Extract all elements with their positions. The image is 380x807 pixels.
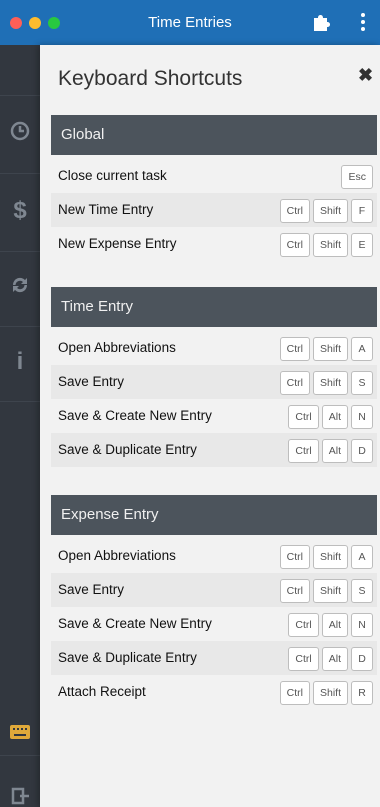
shortcut-row: Save Entry Ctrl Shift S xyxy=(51,365,377,399)
shortcut-label: Save Entry xyxy=(58,374,125,389)
shortcut-row: Save & Create New Entry Ctrl Alt N xyxy=(51,607,377,641)
sidebar-divider xyxy=(0,755,40,756)
close-icon[interactable]: ✖ xyxy=(358,65,373,86)
key-cap: Esc xyxy=(341,165,373,189)
key-cap: Ctrl xyxy=(288,439,319,463)
shortcut-label: Open Abbreviations xyxy=(58,548,176,563)
key-cap: Ctrl xyxy=(279,579,310,603)
key-cap: Ctrl xyxy=(279,681,310,705)
key-cap: N xyxy=(351,613,373,637)
key-cap: D xyxy=(351,439,373,463)
shortcut-row: Save & Duplicate Entry Ctrl Alt D xyxy=(51,641,377,675)
shortcut-label: Save Entry xyxy=(58,582,125,597)
key-cap: Ctrl xyxy=(279,199,310,223)
shortcut-label: Close current task xyxy=(58,168,167,183)
key-cap: N xyxy=(351,405,373,429)
shortcut-label: Attach Receipt xyxy=(58,684,146,699)
key-cap: Alt xyxy=(321,405,348,429)
key-cap: Ctrl xyxy=(279,337,310,361)
key-cap: R xyxy=(351,681,373,705)
shortcut-row: New Expense Entry Ctrl Shift E xyxy=(51,227,377,261)
more-options-icon[interactable] xyxy=(352,11,374,33)
dollar-icon[interactable]: $ xyxy=(0,197,40,225)
key-cap: Ctrl xyxy=(288,647,319,671)
section-header: Time Entry xyxy=(51,287,377,327)
keyboard-shortcuts-panel: Keyboard Shortcuts ✖ Global Close curren… xyxy=(40,45,380,807)
key-cap: A xyxy=(351,337,373,361)
key-cap: Alt xyxy=(321,647,348,671)
puzzle-icon[interactable] xyxy=(310,11,332,33)
section-global: Global Close current task Esc New Time E… xyxy=(51,115,377,261)
shortcut-label: Save & Create New Entry xyxy=(58,408,212,423)
key-cap: F xyxy=(351,199,373,223)
section-header: Global xyxy=(51,115,377,155)
shortcut-label: New Expense Entry xyxy=(58,236,177,251)
key-cap: Shift xyxy=(312,545,348,569)
key-cap: Shift xyxy=(312,199,348,223)
shortcut-row: Open Abbreviations Ctrl Shift A xyxy=(51,331,377,365)
key-cap: Alt xyxy=(321,439,348,463)
key-cap: Shift xyxy=(312,681,348,705)
key-cap: A xyxy=(351,545,373,569)
sync-icon[interactable] xyxy=(0,274,40,303)
key-cap: Shift xyxy=(312,371,348,395)
sidebar-divider xyxy=(0,326,40,327)
shortcut-row: New Time Entry Ctrl Shift F xyxy=(51,193,377,227)
shortcut-row: Save & Create New Entry Ctrl Alt N xyxy=(51,399,377,433)
section-expense-entry: Expense Entry Open Abbreviations Ctrl Sh… xyxy=(51,495,377,709)
shortcut-label: Save & Create New Entry xyxy=(58,616,212,631)
sidebar-divider xyxy=(0,251,40,252)
key-cap: E xyxy=(351,233,373,257)
key-cap: Shift xyxy=(312,337,348,361)
shortcut-label: Open Abbreviations xyxy=(58,340,176,355)
sidebar-divider xyxy=(0,401,40,402)
key-cap: Ctrl xyxy=(279,371,310,395)
keyboard-icon[interactable] xyxy=(0,720,40,748)
key-cap: Ctrl xyxy=(288,405,319,429)
key-cap: Shift xyxy=(312,579,348,603)
key-cap: D xyxy=(351,647,373,671)
section-time-entry: Time Entry Open Abbreviations Ctrl Shift… xyxy=(51,287,377,467)
key-cap: Alt xyxy=(321,613,348,637)
sidebar: $ i xyxy=(0,45,40,807)
key-cap: S xyxy=(351,579,373,603)
title-bar: Time Entries xyxy=(0,0,380,45)
shortcut-label: New Time Entry xyxy=(58,202,154,217)
sidebar-divider xyxy=(0,95,40,96)
shortcut-label: Save & Duplicate Entry xyxy=(58,442,197,457)
key-cap: S xyxy=(351,371,373,395)
key-cap: Shift xyxy=(312,233,348,257)
key-cap: Ctrl xyxy=(279,233,310,257)
shortcut-row: Close current task Esc xyxy=(51,159,377,193)
shortcut-row: Attach Receipt Ctrl Shift R xyxy=(51,675,377,709)
shortcut-row: Save Entry Ctrl Shift S xyxy=(51,573,377,607)
panel-title: Keyboard Shortcuts xyxy=(58,67,243,90)
info-icon[interactable]: i xyxy=(0,348,40,376)
sidebar-divider xyxy=(0,173,40,174)
key-cap: Ctrl xyxy=(288,613,319,637)
clock-icon[interactable] xyxy=(0,120,40,149)
shortcut-row: Save & Duplicate Entry Ctrl Alt D xyxy=(51,433,377,467)
section-header: Expense Entry xyxy=(51,495,377,535)
key-cap: Ctrl xyxy=(279,545,310,569)
shortcut-row: Open Abbreviations Ctrl Shift A xyxy=(51,539,377,573)
logout-icon[interactable] xyxy=(0,785,40,807)
shortcut-label: Save & Duplicate Entry xyxy=(58,650,197,665)
